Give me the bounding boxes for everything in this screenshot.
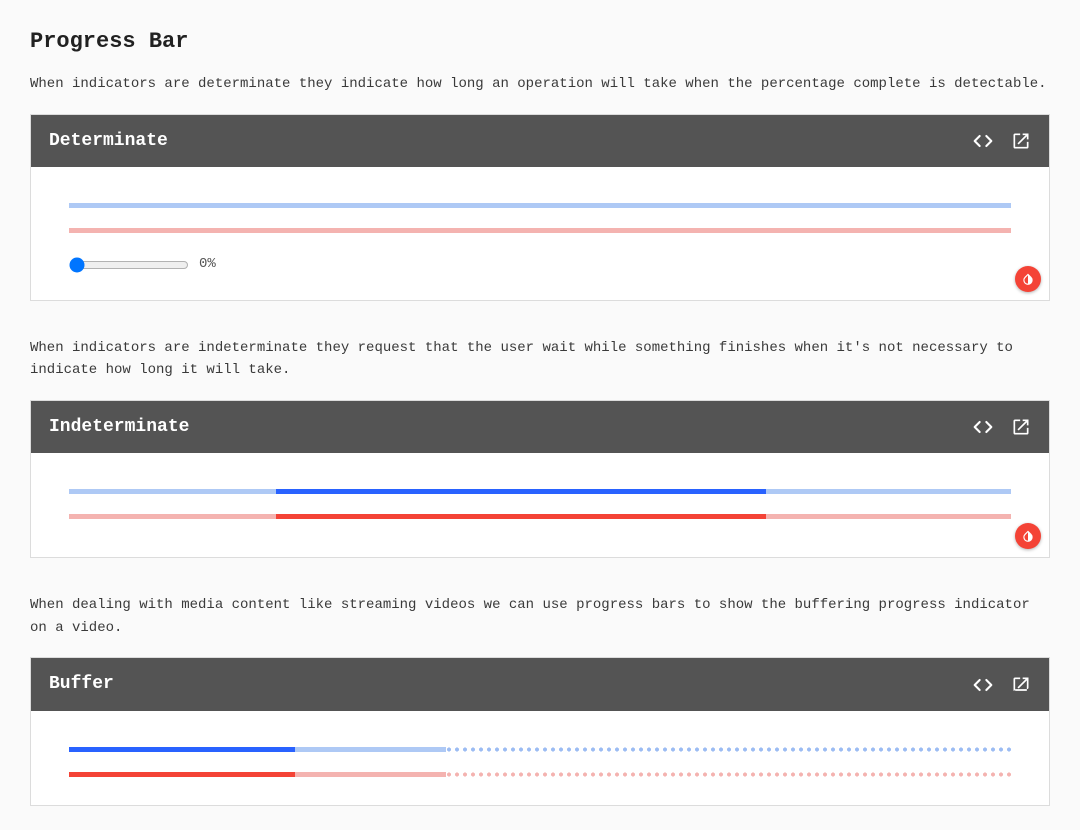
buffer-bar-primary [69,747,1011,752]
invert-colors-fab[interactable] [1015,523,1041,549]
progress-bar-accent [69,228,1011,233]
card-title: Determinate [49,127,973,156]
slider-row: 0% [69,253,1029,275]
progress-fill [276,489,766,494]
progress-bar-accent [69,514,1011,519]
buffer-card: Buffer [30,657,1050,806]
progress-bar-primary [69,203,1011,208]
card-header: Indeterminate [31,401,1049,454]
determinate-card: Determinate 0% [30,114,1050,301]
invert-colors-fab[interactable] [1015,266,1041,292]
card-body [31,453,1049,557]
indeterminate-desc: When indicators are indeterminate they r… [30,337,1050,382]
open-in-new-icon[interactable] [1011,131,1031,151]
code-icon[interactable] [973,131,993,151]
progress-fill [276,514,766,519]
open-in-new-icon[interactable] [1011,675,1031,695]
page-title: Progress Bar [30,24,1050,59]
header-actions [973,675,1031,695]
card-header: Determinate [31,115,1049,168]
card-body [31,711,1049,805]
header-actions [973,417,1031,437]
card-body: 0% [31,167,1049,299]
buffer-desc: When dealing with media content like str… [30,594,1050,639]
buffer-value [69,772,295,777]
code-icon[interactable] [973,417,993,437]
card-title: Indeterminate [49,413,973,442]
buffer-bar-accent [69,772,1011,777]
slider-value-label: 0% [199,253,216,275]
indeterminate-card: Indeterminate [30,400,1050,559]
open-in-new-icon[interactable] [1011,417,1031,437]
progress-slider[interactable] [69,257,189,273]
header-actions [973,131,1031,151]
progress-bar-primary [69,489,1011,494]
card-header: Buffer [31,658,1049,711]
code-icon[interactable] [973,675,993,695]
buffer-value [69,747,295,752]
determinate-desc: When indicators are determinate they ind… [30,73,1050,95]
card-title: Buffer [49,670,973,699]
